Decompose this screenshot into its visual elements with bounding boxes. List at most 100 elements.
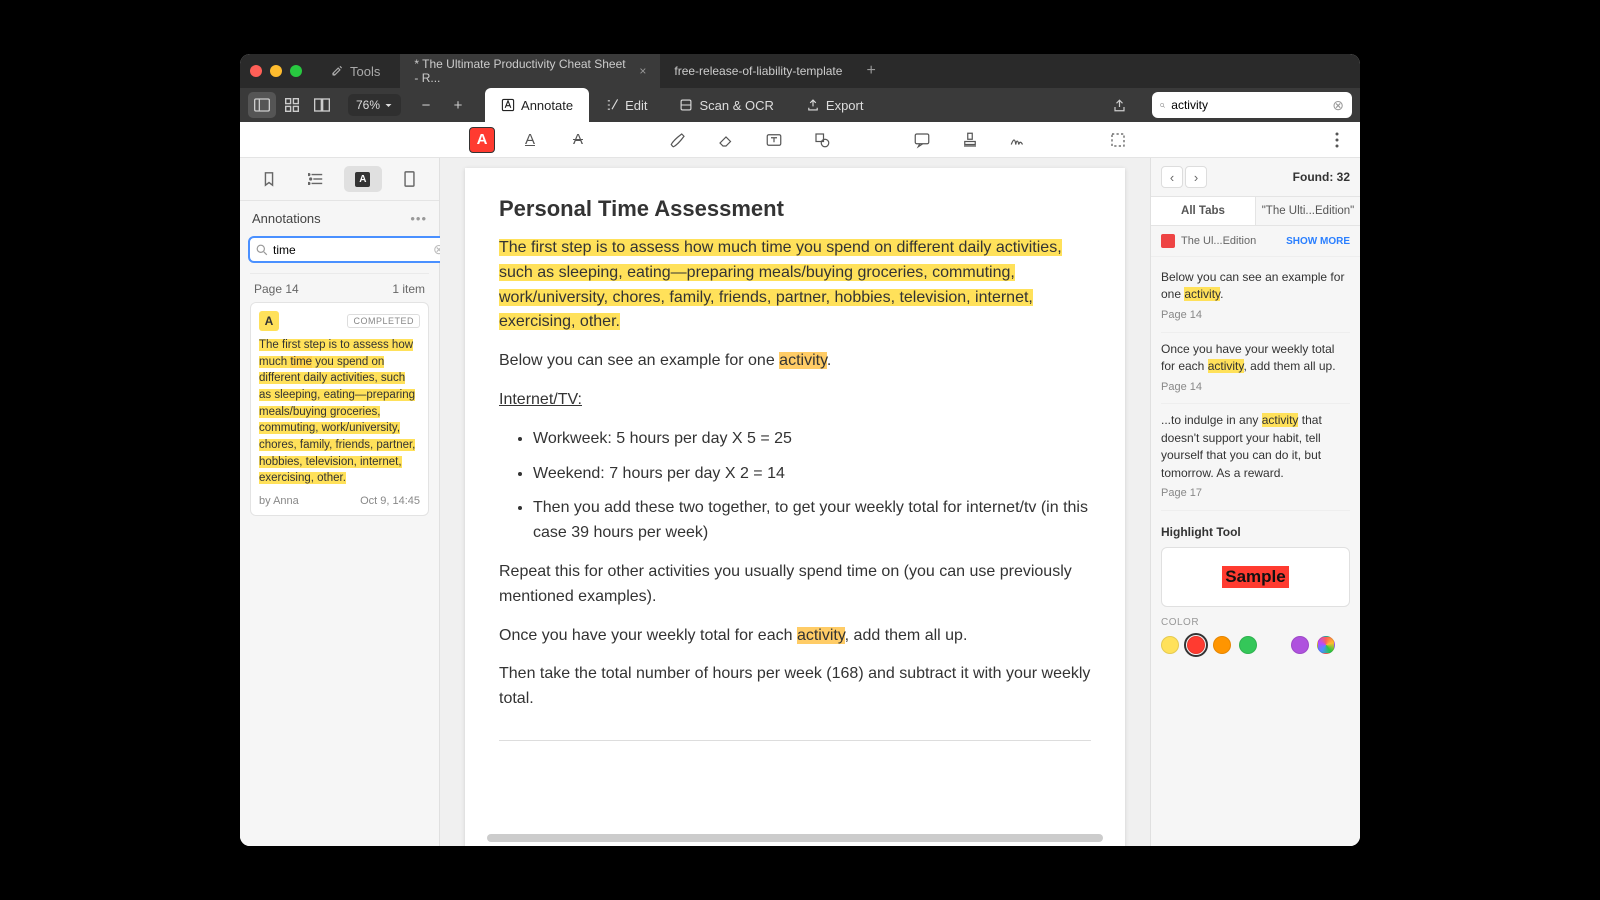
maximize-window-button[interactable] — [290, 65, 302, 77]
export-icon — [806, 98, 820, 112]
tools-menu[interactable]: Tools — [320, 60, 390, 83]
annotations-icon: A — [355, 172, 370, 187]
annotations-tab[interactable]: A — [344, 166, 382, 192]
next-result-button[interactable]: › — [1185, 166, 1207, 188]
annotations-search-row: ⊗ — [240, 232, 439, 273]
close-tab-icon[interactable]: × — [639, 64, 646, 78]
mode-scan[interactable]: Scan & OCR — [663, 88, 789, 122]
mode-annotate[interactable]: Annotate — [485, 88, 589, 122]
zoom-dropdown[interactable]: 76% — [348, 94, 401, 116]
pen-tool[interactable] — [665, 127, 691, 153]
horizontal-scrollbar[interactable] — [460, 834, 1130, 842]
list-item: Weekend: 7 hours per day X 2 = 14 — [533, 462, 1091, 487]
scan-icon — [679, 98, 693, 112]
tab-inactive[interactable]: free-release-of-liability-template — [660, 54, 856, 88]
annotations-title: Annotations — [252, 211, 321, 226]
result-count: Found: 32 — [1293, 170, 1350, 184]
color-purple[interactable] — [1291, 636, 1309, 654]
close-window-button[interactable] — [250, 65, 262, 77]
eraser-tool[interactable] — [713, 127, 739, 153]
annotation-status-badge: COMPLETED — [347, 314, 420, 328]
result-source-row[interactable]: The Ul...Edition SHOW MORE — [1151, 226, 1360, 257]
clear-search-icon[interactable]: ⊗ — [1332, 97, 1344, 114]
edit-icon — [605, 98, 619, 112]
strikethrough-tool[interactable]: A — [565, 127, 591, 153]
tab-active[interactable]: * The Ultimate Productivity Cheat Sheet … — [400, 54, 660, 88]
annotation-excerpt: The first step is to assess how much tim… — [259, 337, 420, 487]
underline-tool[interactable]: A — [517, 127, 543, 153]
zoom-in-button[interactable]: + — [445, 97, 471, 114]
more-vertical-icon — [1335, 132, 1339, 148]
tool-options-button[interactable] — [1324, 127, 1350, 153]
mode-export[interactable]: Export — [790, 88, 880, 122]
bookmark-icon — [262, 171, 276, 187]
bookmarks-tab[interactable] — [250, 166, 288, 192]
tools-label: Tools — [350, 64, 380, 79]
search-result[interactable]: ...to indulge in any activity that doesn… — [1161, 404, 1350, 511]
page-divider — [499, 740, 1091, 741]
outline-icon — [308, 172, 324, 186]
share-button[interactable] — [1112, 98, 1140, 113]
annotation-page-header: Page 14 1 item — [250, 273, 429, 302]
zoom-out-button[interactable]: − — [413, 97, 439, 114]
search-icon — [256, 244, 268, 256]
global-search-field[interactable]: ⊗ — [1152, 92, 1352, 118]
annotations-search-input[interactable] — [273, 243, 428, 257]
highlight-sample-preview: Sample — [1161, 547, 1350, 607]
chevron-down-icon — [384, 101, 393, 110]
show-more-link[interactable]: SHOW MORE — [1286, 236, 1350, 247]
search-result[interactable]: Once you have your weekly total for each… — [1161, 333, 1350, 405]
scope-current-doc[interactable]: "The Ulti...Edition" — [1256, 197, 1360, 225]
search-results-list: Below you can see an example for one act… — [1151, 257, 1360, 515]
mode-edit[interactable]: Edit — [589, 88, 663, 122]
annotation-card[interactable]: A COMPLETED The first step is to assess … — [250, 302, 429, 516]
view-layout-group — [248, 92, 336, 118]
scope-all-tabs[interactable]: All Tabs — [1151, 197, 1256, 225]
pages-tab[interactable] — [391, 166, 429, 192]
color-green[interactable] — [1239, 636, 1257, 654]
note-tool[interactable] — [909, 127, 935, 153]
stamp-tool[interactable] — [957, 127, 983, 153]
select-area-tool[interactable] — [1105, 127, 1131, 153]
thumbnails-view-button[interactable] — [278, 92, 306, 118]
minimize-window-button[interactable] — [270, 65, 282, 77]
textbox-tool[interactable] — [761, 127, 787, 153]
annotations-options-button[interactable]: ••• — [410, 211, 427, 226]
outline-tab[interactable] — [297, 166, 335, 192]
color-yellow[interactable] — [1161, 636, 1179, 654]
select-icon — [1109, 131, 1127, 149]
color-red[interactable] — [1187, 636, 1205, 654]
two-page-icon — [314, 98, 330, 112]
signature-tool[interactable] — [1005, 127, 1031, 153]
annotation-tools: A A A — [240, 122, 1360, 158]
highlight-type-icon: A — [259, 311, 279, 331]
color-orange[interactable] — [1213, 636, 1231, 654]
page-icon — [403, 171, 416, 187]
annotation-timestamp: Oct 9, 14:45 — [360, 495, 420, 507]
annotation-author: by Anna — [259, 495, 299, 507]
paragraph-3: Repeat this for other activities you usu… — [499, 560, 1091, 610]
sidebar-toggle-button[interactable] — [248, 92, 276, 118]
highlight-tool-active[interactable]: A — [469, 127, 495, 153]
search-result[interactable]: Below you can see an example for one act… — [1161, 261, 1350, 333]
shape-tool[interactable] — [809, 127, 835, 153]
highlight-tool-title: Highlight Tool — [1161, 525, 1350, 539]
window-controls — [250, 65, 302, 77]
shape-icon — [813, 131, 831, 149]
titlebar: Tools * The Ultimate Productivity Cheat … — [240, 54, 1360, 88]
pen-icon — [669, 131, 687, 149]
two-page-view-button[interactable] — [308, 92, 336, 118]
annotation-meta: by Anna Oct 9, 14:45 — [259, 495, 420, 507]
paragraph-5: Then take the total number of hours per … — [499, 662, 1091, 712]
prev-result-button[interactable]: ‹ — [1161, 166, 1183, 188]
mode-label: Edit — [625, 98, 647, 113]
source-name: The Ul...Edition — [1181, 235, 1256, 247]
document-viewport[interactable]: Personal Time Assessment The first step … — [440, 158, 1150, 846]
annotation-card-header: A COMPLETED — [259, 311, 420, 331]
paragraph-2: Below you can see an example for one act… — [499, 349, 1091, 374]
global-search-input[interactable] — [1171, 98, 1326, 112]
color-picker-button[interactable] — [1317, 636, 1335, 654]
highlight-tool-section: Highlight Tool Sample COLOR — [1151, 515, 1360, 664]
annotations-search-field[interactable]: ⊗ — [248, 236, 453, 263]
new-tab-button[interactable]: + — [856, 54, 885, 88]
